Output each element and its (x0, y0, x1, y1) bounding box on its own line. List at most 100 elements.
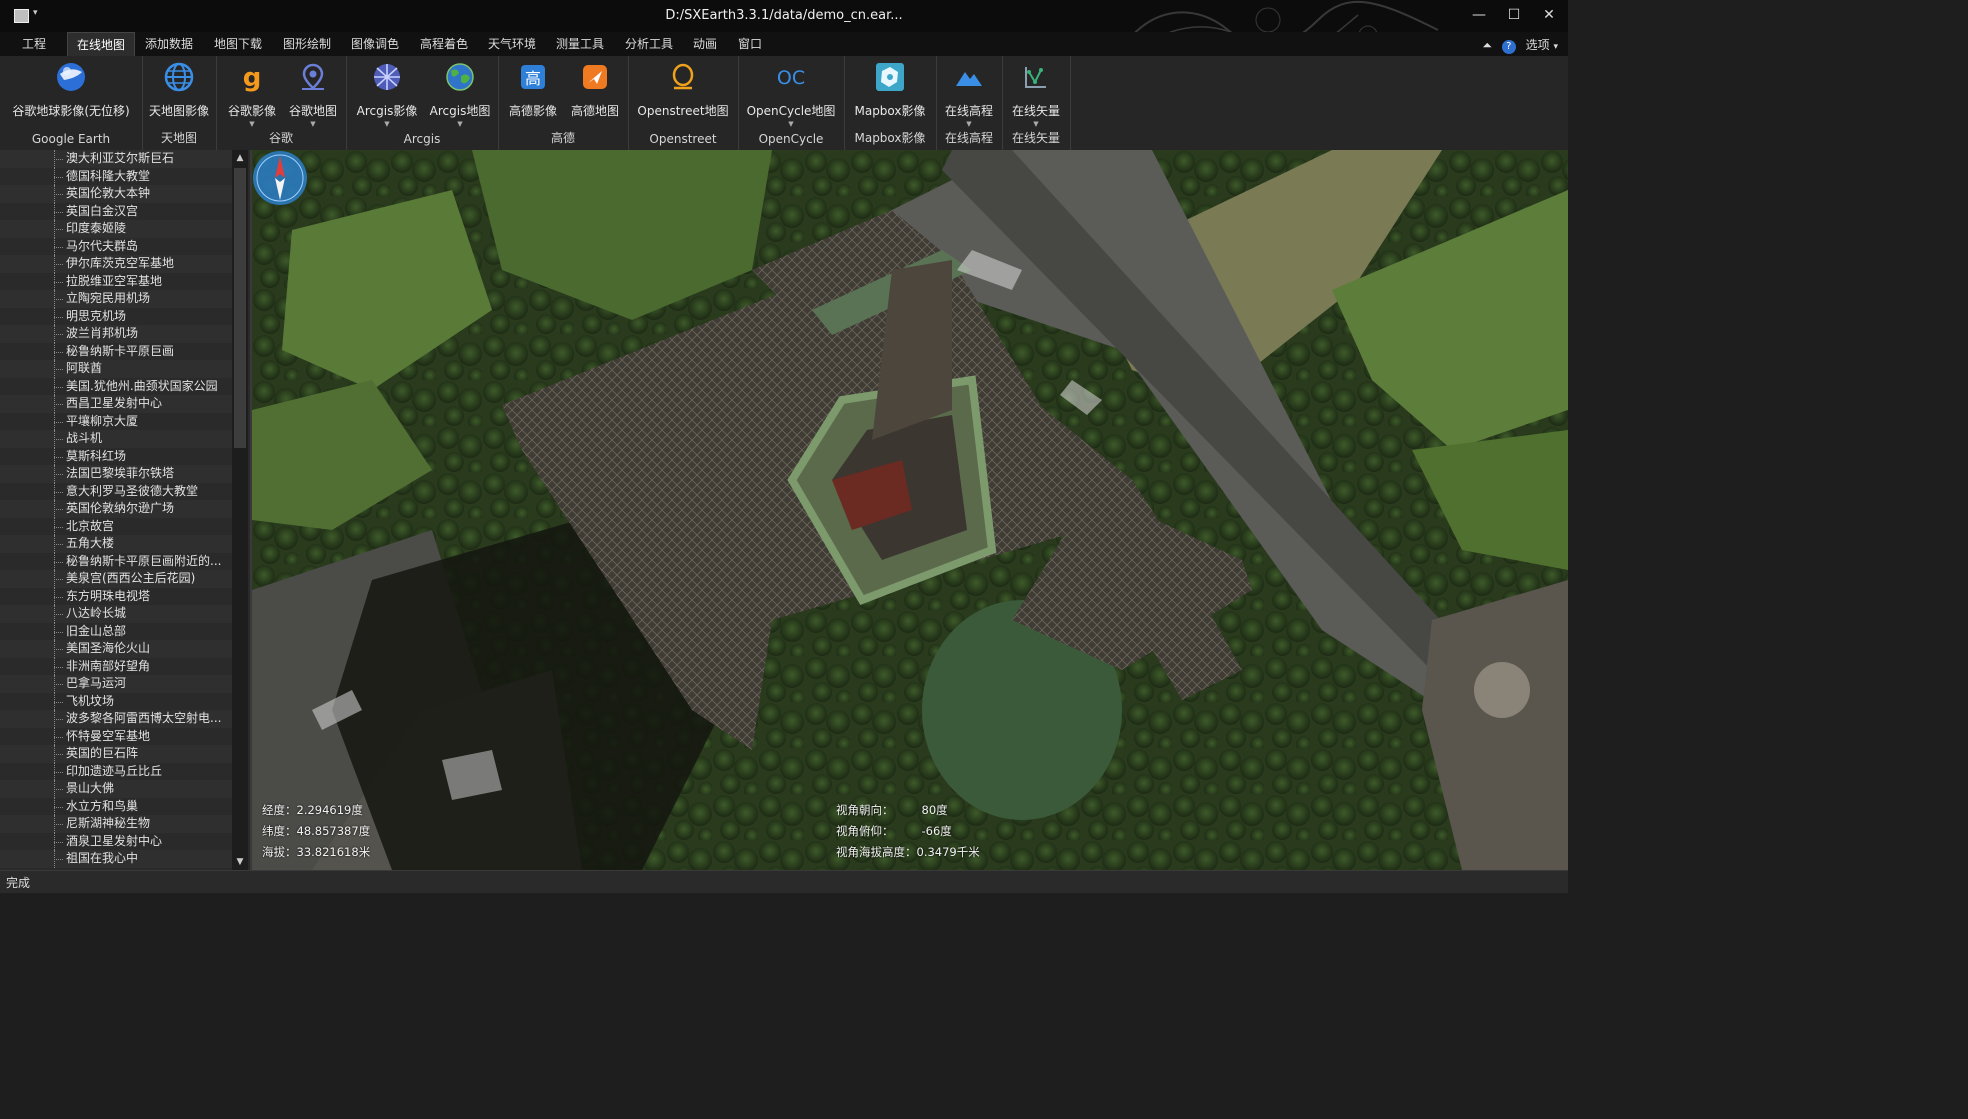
menu-project[interactable]: 工程 (13, 32, 55, 56)
dropdown-arrow-icon[interactable]: ▼ (938, 119, 1000, 129)
tree-item[interactable]: 拉脱维亚空军基地 (0, 272, 232, 291)
tree-item[interactable]: 旧金山总部 (0, 622, 232, 641)
tree-item[interactable]: 英国伦敦大本钟 (0, 185, 232, 203)
heading-label: 视角朝向： (836, 803, 894, 817)
tree-item[interactable]: 明思克机场 (0, 307, 232, 326)
group-opencycle: OC OpenCycle地图 ▼ OpenCycle (738, 56, 845, 150)
tree-item[interactable]: 五角大楼 (0, 535, 232, 553)
online-vector-button[interactable]: 在线矢量 ▼ (1004, 60, 1068, 130)
tree-item[interactable]: 印加遗迹马丘比丘 (0, 762, 232, 781)
close-button[interactable]: ✕ (1532, 4, 1566, 26)
menu-measure[interactable]: 测量工具 (547, 32, 613, 56)
scroll-down-icon[interactable]: ▼ (232, 854, 248, 870)
dropdown-arrow-icon[interactable]: ▼ (282, 119, 344, 129)
tree-item[interactable]: 马尔代夫群岛 (0, 237, 232, 256)
menu-add-data[interactable]: 添加数据 (136, 32, 202, 56)
group-online-vector: 在线矢量 ▼ 在线矢量 (1002, 56, 1071, 150)
tree-item[interactable]: 景山大佛 (0, 780, 232, 798)
group-label: 高德 (550, 131, 575, 145)
view-altitude-label: 视角海拔高度： (836, 845, 917, 859)
dropdown-arrow-icon[interactable]: ▼ (424, 119, 496, 129)
arcgis-image-button[interactable]: Arcgis影像 ▼ (352, 60, 422, 130)
online-elevation-button[interactable]: 在线高程 ▼ (938, 60, 1000, 130)
tree-item[interactable]: 东方明珠电视塔 (0, 587, 232, 606)
gaode-image-button[interactable]: 高 高德影像 (502, 60, 564, 130)
tree-item[interactable]: 伊尔库茨克空军基地 (0, 255, 232, 273)
opencycle-map-button[interactable]: OC OpenCycle地图 ▼ (742, 60, 840, 130)
dropdown-arrow-icon[interactable]: ▼ (742, 119, 840, 129)
tree-item[interactable]: 巴拿马运河 (0, 675, 232, 693)
tree-item[interactable]: 平壤柳京大厦 (0, 412, 232, 431)
tree-item[interactable]: 怀特曼空军基地 (0, 727, 232, 746)
tree-item[interactable]: 澳大利亚艾尔斯巨石 (0, 150, 232, 168)
tree-item[interactable]: 英国白金汉宫 (0, 202, 232, 221)
menu-animation[interactable]: 动画 (684, 32, 726, 56)
menu-map-download[interactable]: 地图下载 (205, 32, 271, 56)
menu-online-map[interactable]: 在线地图 (67, 32, 136, 56)
tree-item[interactable]: 美泉宫(西西公主后花园) (0, 570, 232, 588)
tree-item[interactable]: 战斗机 (0, 430, 232, 448)
tree-item[interactable]: 法国巴黎埃菲尔铁塔 (0, 465, 232, 483)
tree-item[interactable]: 德国科隆大教堂 (0, 167, 232, 186)
pitch-value: -66度 (921, 824, 952, 838)
tree-item[interactable]: 意大利罗马圣彼德大教堂 (0, 482, 232, 501)
compass-icon[interactable] (252, 150, 308, 206)
arcgis-map-button[interactable]: Arcgis地图 ▼ (424, 60, 496, 130)
tree-item[interactable]: 八达岭长城 (0, 605, 232, 623)
tree-item[interactable]: 阿联酋 (0, 360, 232, 378)
latitude-text: 纬度：48.857387度 (262, 824, 371, 838)
places-tree-panel: 澳大利亚艾尔斯巨石 德国科隆大教堂 英国伦敦大本钟 英国白金汉宫 印度泰姬陵 马尔代夫群岛… (0, 150, 252, 870)
tree-item[interactable]: 英国的巨石阵 (0, 745, 232, 763)
dropdown-arrow-icon[interactable]: ▼ (220, 119, 284, 129)
openstreet-map-button[interactable]: Openstreet地图 (632, 60, 734, 130)
tree-item[interactable]: 酒泉卫星发射中心 (0, 832, 232, 851)
menu-elevation-color[interactable]: 高程着色 (411, 32, 477, 56)
scroll-up-icon[interactable]: ▲ (232, 150, 248, 166)
tree-item[interactable]: 北京故宫 (0, 517, 232, 536)
map-view[interactable]: 经度：2.294619度 纬度：48.857387度 海拔：33.821618米… (252, 150, 1568, 870)
menu-image-color[interactable]: 图像调色 (342, 32, 408, 56)
help-icon[interactable]: ? (1501, 40, 1516, 54)
group-google: g 谷歌影像 ▼ 谷歌地图 ▼ 谷歌 (216, 56, 347, 150)
menu-analysis[interactable]: 分析工具 (616, 32, 682, 56)
options-menu[interactable]: 选项 (1526, 38, 1550, 52)
tree-item[interactable]: 印度泰姬陵 (0, 220, 232, 238)
longitude-text: 经度：2.294619度 (262, 803, 363, 817)
tree-item[interactable]: 西昌卫星发射中心 (0, 395, 232, 413)
maximize-button[interactable]: ☐ (1497, 4, 1531, 26)
menu-window[interactable]: 窗口 (729, 32, 771, 56)
tree-item[interactable]: 英国伦敦纳尔逊广场 (0, 500, 232, 518)
dropdown-arrow-icon[interactable]: ▼ (352, 119, 422, 129)
tree-item[interactable]: 尼斯湖神秘生物 (0, 815, 232, 833)
tree-item[interactable]: 祖国在我心中 (0, 850, 232, 868)
tree-item[interactable]: 飞机坟场 (0, 692, 232, 711)
tree-item[interactable]: 非洲南部好望角 (0, 657, 232, 676)
tree-item[interactable]: 莫斯科红场 (0, 447, 232, 466)
gaode-map-button[interactable]: 高德地图 (564, 60, 626, 130)
tree-item[interactable]: 波兰肖邦机场 (0, 325, 232, 343)
tree-item[interactable]: 波多黎各阿雷西博太空射电... (0, 710, 232, 728)
tree-item[interactable]: 立陶宛民用机场 (0, 290, 232, 308)
tree-item[interactable]: 水立方和鸟巢 (0, 797, 232, 816)
tree-item[interactable]: 美国.犹他州.曲颈状国家公园 (0, 377, 232, 396)
google-image-button[interactable]: g 谷歌影像 ▼ (220, 60, 284, 130)
vector-icon (1025, 67, 1046, 88)
options-dropdown-icon[interactable]: ▾ (1553, 42, 1558, 52)
tianditu-image-button[interactable]: 天地图影像 (144, 60, 214, 130)
google-earth-image-button[interactable]: 谷歌地球影像(无位移) (6, 60, 136, 130)
dropdown-arrow-icon[interactable]: ▼ (1004, 119, 1068, 129)
menu-drawing[interactable]: 图形绘制 (274, 32, 340, 56)
openstreetmap-icon (672, 63, 694, 90)
minimize-button[interactable]: — (1462, 4, 1496, 26)
menu-weather[interactable]: 天气环境 (479, 32, 545, 56)
mapbox-image-button[interactable]: Mapbox影像 (848, 60, 932, 130)
group-label: 在线高程 (944, 131, 993, 145)
tree-item[interactable]: 秘鲁纳斯卡平原巨画 (0, 342, 232, 361)
group-label: Arcgis (403, 132, 441, 146)
tree-item[interactable]: 秘鲁纳斯卡平原巨画附近的... (0, 552, 232, 571)
tree-scrollbar[interactable]: ▲ ▼ (232, 150, 248, 870)
collapse-ribbon-icon[interactable]: ⏶ (1482, 38, 1492, 52)
scroll-thumb[interactable] (234, 168, 246, 448)
tree-item[interactable]: 美国圣海伦火山 (0, 640, 232, 658)
google-map-button[interactable]: 谷歌地图 ▼ (282, 60, 344, 130)
